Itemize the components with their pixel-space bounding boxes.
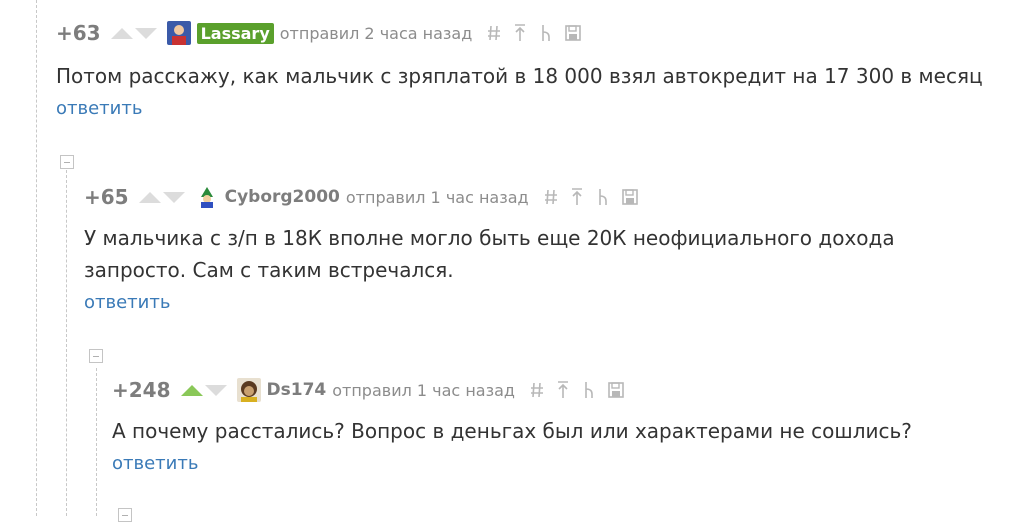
vote-arrows <box>110 27 157 39</box>
thread-line-level-1 <box>36 0 37 516</box>
author-name[interactable]: Lassary <box>196 22 274 44</box>
collapse-button[interactable] <box>118 508 132 522</box>
collapse-button[interactable] <box>60 155 74 169</box>
comment-actions <box>543 187 638 207</box>
comment-text: А почему расстались? Вопрос в деньгах бы… <box>112 419 912 443</box>
save-icon[interactable] <box>621 187 638 207</box>
rating: +248 <box>112 378 171 402</box>
reply-link[interactable]: ответить <box>56 98 142 119</box>
save-icon[interactable] <box>607 380 624 400</box>
comment-header: +63 Lassary отправил 2 часа назад <box>56 18 1006 48</box>
comment-time: отправил 2 часа назад <box>279 23 473 43</box>
avatar[interactable] <box>194 185 219 209</box>
hash-icon[interactable] <box>543 187 559 207</box>
reply-link[interactable]: ответить <box>112 453 198 474</box>
comment-actions <box>486 23 582 43</box>
comment-time: отправил 1 час назад <box>345 187 529 207</box>
rating: +65 <box>84 185 129 209</box>
comment-time: отправил 1 час назад <box>332 380 515 400</box>
avatar[interactable] <box>236 378 261 402</box>
comment: +63 Lassary отправил 2 часа назад Потом … <box>56 18 1006 119</box>
branch-icon[interactable] <box>538 23 554 43</box>
vote-arrows <box>138 191 185 203</box>
upvote-icon[interactable] <box>110 27 133 39</box>
downvote-icon[interactable] <box>134 27 157 39</box>
avatar[interactable] <box>166 21 191 45</box>
hash-icon[interactable] <box>486 23 502 43</box>
upvote-icon[interactable] <box>180 384 203 396</box>
comment-actions <box>529 380 624 400</box>
upload-icon[interactable] <box>569 187 585 207</box>
comment-text: Потом расскажу, как мальчик с зряплатой … <box>56 64 983 88</box>
branch-icon[interactable] <box>581 380 597 400</box>
comment: +65 Cyborg2000 отправил 1 час назад У ма… <box>84 182 984 313</box>
downvote-icon[interactable] <box>162 191 185 203</box>
thread-line-level-2 <box>66 170 67 516</box>
comment-header: +248 Ds174 отправил 1 час назад <box>112 375 992 405</box>
branch-icon[interactable] <box>595 187 611 207</box>
vote-arrows <box>180 384 227 396</box>
comment-header: +65 Cyborg2000 отправил 1 час назад <box>84 182 984 212</box>
thread-line-level-3 <box>96 368 97 516</box>
downvote-icon[interactable] <box>204 384 227 396</box>
save-icon[interactable] <box>564 23 582 43</box>
comment: +248 Ds174 отправил 1 час назад А почему… <box>112 375 992 474</box>
reply-link[interactable]: ответить <box>84 292 170 313</box>
comment-text: У мальчика с з/п в 18К вполне могло быть… <box>84 226 895 282</box>
collapse-button[interactable] <box>89 349 103 363</box>
author-name[interactable]: Ds174 <box>267 380 327 400</box>
upvote-icon[interactable] <box>138 191 161 203</box>
hash-icon[interactable] <box>529 380 545 400</box>
upload-icon[interactable] <box>512 23 528 43</box>
author-name[interactable]: Cyborg2000 <box>225 187 340 207</box>
upload-icon[interactable] <box>555 380 571 400</box>
rating: +63 <box>56 21 101 45</box>
